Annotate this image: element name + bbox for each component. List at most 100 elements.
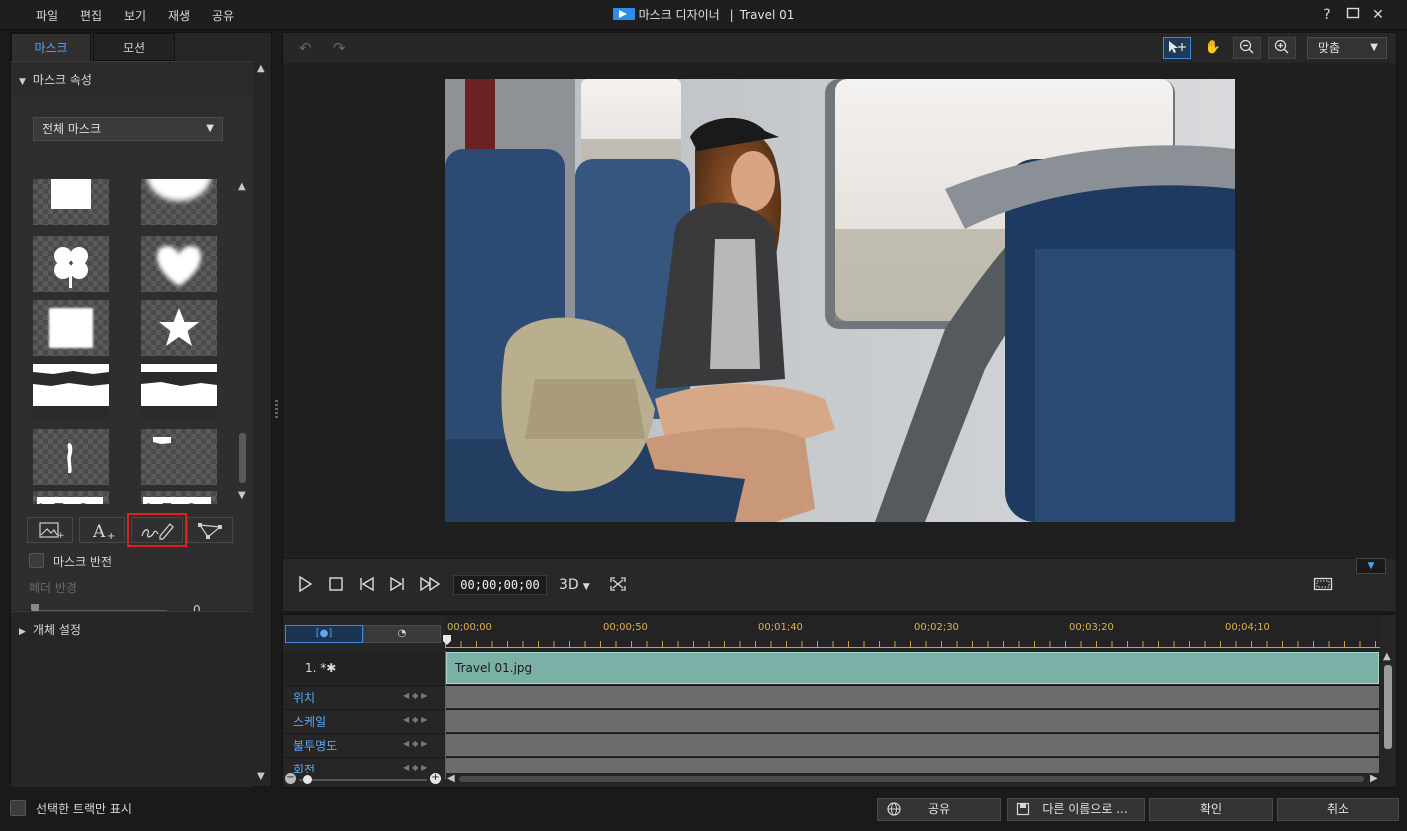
zoom-slider-handle[interactable] xyxy=(303,775,312,784)
fullscreen-icon[interactable] xyxy=(609,576,627,596)
save-as-button[interactable]: 다른 이름으로 ... xyxy=(1007,798,1145,821)
cancel-button[interactable]: 취소 xyxy=(1277,798,1399,821)
save-disk-icon xyxy=(1016,799,1030,826)
timeline-clip[interactable]: Travel 01.jpg xyxy=(446,652,1379,684)
mask-thumb-square-top[interactable] xyxy=(33,179,109,225)
timeline-mode-buttons: [●] ◔ xyxy=(285,625,441,643)
redo-icon[interactable]: ↷ xyxy=(333,39,346,57)
image-mask-button[interactable]: + xyxy=(27,517,73,543)
keyframe-mode-button[interactable]: [●] xyxy=(285,625,363,643)
mask-thumb-brush-1[interactable] xyxy=(33,429,109,485)
object-settings-section: ▶ 개체 설정 xyxy=(11,611,253,787)
title-bar: 파일 편집 보기 재생 공유 마스크 디자이너 | Travel 01 ? ✕ xyxy=(0,0,1407,30)
selected-track-only-checkbox[interactable] xyxy=(10,800,26,816)
timeline-vertical-scrollbar[interactable]: ▲ xyxy=(1382,651,1394,781)
scroll-down-icon[interactable]: ▼ xyxy=(238,490,246,501)
close-button[interactable]: ✕ xyxy=(1369,6,1387,24)
mask-grid-scrollbar[interactable]: ▲ ▼ xyxy=(237,181,249,503)
safe-zone-icon[interactable] xyxy=(1313,576,1333,596)
tab-motion[interactable]: 모션 xyxy=(93,33,175,61)
chevron-down-icon: ▼ xyxy=(206,123,214,134)
track-name-text: 1. * xyxy=(305,661,327,675)
mask-thumb-splatter-1[interactable] xyxy=(33,491,109,504)
mask-thumb-soft-square[interactable] xyxy=(33,300,109,356)
text-mask-button[interactable]: A + xyxy=(79,517,125,543)
tab-mask[interactable]: 마스크 xyxy=(11,33,91,61)
hand-tool-button[interactable]: ✋ xyxy=(1199,37,1227,59)
zoom-fit-dropdown[interactable]: 맞춤 ▼ xyxy=(1307,37,1387,59)
invert-mask-label: 마스크 반전 xyxy=(53,555,113,569)
share-button[interactable]: 공유 xyxy=(877,798,1001,821)
mask-thumb-soft-circle[interactable] xyxy=(141,179,217,225)
fast-forward-icon[interactable] xyxy=(419,576,441,596)
freehand-mask-button[interactable] xyxy=(127,513,187,547)
invert-mask-checkbox[interactable] xyxy=(29,553,44,568)
mask-thumb-clover[interactable] xyxy=(33,236,109,292)
3d-mode-dropdown[interactable]: 3D ▼ xyxy=(559,577,590,593)
time-mode-button[interactable]: ◔ xyxy=(363,625,441,643)
help-button[interactable]: ? xyxy=(1318,6,1336,24)
play-icon[interactable] xyxy=(297,575,313,596)
zoom-out-icon[interactable]: − xyxy=(285,773,296,784)
zoom-fit-value: 맞춤 xyxy=(1318,41,1341,55)
mask-thumb-torn-band-1[interactable] xyxy=(33,364,109,420)
collapse-triangle-icon: ▼ xyxy=(19,77,26,87)
stop-icon[interactable] xyxy=(328,576,344,596)
ok-button[interactable]: 확인 xyxy=(1149,798,1273,821)
next-frame-icon[interactable] xyxy=(388,576,406,596)
mask-type-value: 전체 마스크 xyxy=(42,122,102,136)
preview-panel: ↶ ↷ ✋ 맞춤 ▼ ▼ 00;00;00;00 3D ▼ xyxy=(282,32,1397,611)
expand-toggle-button[interactable]: ▼ xyxy=(1356,558,1386,574)
svg-text:+: + xyxy=(57,531,65,541)
timeline-ruler[interactable]: 00;00;00 00;00;50 00;01;40 00;02;30 00;0… xyxy=(443,615,1380,651)
keyframe-row-position: 위치 ◀◆▶ xyxy=(283,685,1380,708)
timecode-display[interactable]: 00;00;00;00 xyxy=(453,575,547,595)
scroll-right-icon[interactable]: ▶ xyxy=(1370,773,1378,784)
keyframe-nav-icons[interactable]: ◀◆▶ xyxy=(403,763,430,772)
object-settings-header[interactable]: ▶ 개체 설정 xyxy=(19,621,81,638)
timeline-hscroll-thumb[interactable] xyxy=(459,776,1364,782)
mask-grid-scroll-thumb[interactable] xyxy=(239,433,246,483)
mask-thumb-star[interactable] xyxy=(141,300,217,356)
keyframe-row-scale: 스케일 ◀◆▶ xyxy=(283,709,1380,732)
preview-toolbar: ↶ ↷ ✋ 맞춤 ▼ xyxy=(283,33,1396,63)
left-panel-scrollbar[interactable]: ▲ ▼ xyxy=(255,61,271,787)
timeline-panel: [●] ◔ 00;00;00 00;00;50 00;01;40 00;02;3… xyxy=(282,614,1397,788)
scroll-down-icon[interactable]: ▼ xyxy=(257,771,265,782)
ruler-label: 00;00;00 xyxy=(447,622,492,633)
timeline-zoom-slider[interactable]: − + xyxy=(285,773,441,785)
keyframe-lane[interactable] xyxy=(446,686,1379,708)
previous-frame-icon[interactable] xyxy=(358,576,376,596)
select-move-tool-button[interactable] xyxy=(1163,37,1191,59)
keyframe-nav-icons[interactable]: ◀◆▶ xyxy=(403,691,430,700)
mask-thumb-soft-heart[interactable] xyxy=(141,236,217,292)
panel-splitter-handle[interactable] xyxy=(275,400,278,418)
undo-icon[interactable]: ↶ xyxy=(299,39,312,57)
zoom-slider-track[interactable] xyxy=(299,779,427,781)
scroll-up-icon[interactable]: ▲ xyxy=(257,63,265,74)
keyframe-lane[interactable] xyxy=(446,734,1379,756)
keyframe-nav-icons[interactable]: ◀◆▶ xyxy=(403,715,430,724)
keyframe-lane[interactable] xyxy=(446,710,1379,732)
scroll-up-icon[interactable]: ▲ xyxy=(238,181,246,192)
mask-thumb-brush-2[interactable] xyxy=(141,429,217,485)
timeline-vscroll-thumb[interactable] xyxy=(1384,665,1392,749)
mask-thumb-torn-band-2[interactable] xyxy=(141,364,217,420)
mask-thumb-splatter-2[interactable] xyxy=(141,491,217,504)
scroll-left-icon[interactable]: ◀ xyxy=(447,773,455,784)
zoom-in-icon[interactable]: + xyxy=(430,773,441,784)
maximize-button[interactable] xyxy=(1344,6,1362,24)
globe-share-icon xyxy=(886,799,902,826)
ruler-baseline xyxy=(445,647,1380,648)
zoom-out-button[interactable] xyxy=(1233,37,1261,59)
keyframe-lane[interactable] xyxy=(446,758,1379,773)
mask-type-dropdown[interactable]: 전체 마스크 ▼ xyxy=(33,117,223,141)
polygon-mask-button[interactable] xyxy=(187,517,233,543)
keyframe-nav-icons[interactable]: ◀◆▶ xyxy=(403,739,430,748)
expand-triangle-icon: ▶ xyxy=(19,627,26,637)
mask-properties-header[interactable]: ▼ 마스크 속성 xyxy=(19,71,92,88)
preview-canvas[interactable] xyxy=(283,63,1396,575)
timeline-horizontal-scrollbar[interactable]: ◀ ▶ xyxy=(445,773,1380,785)
scroll-up-icon[interactable]: ▲ xyxy=(1383,651,1391,662)
zoom-in-button[interactable] xyxy=(1268,37,1296,59)
